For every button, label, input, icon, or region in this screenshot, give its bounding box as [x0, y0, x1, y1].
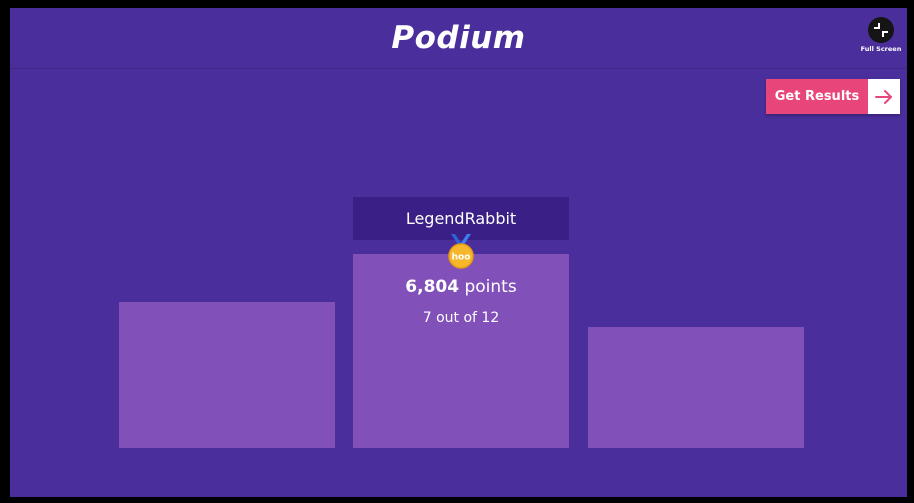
- get-results-button[interactable]: Get Results: [766, 79, 900, 114]
- points-value: 6,804: [405, 277, 460, 297]
- fullscreen-label: Full Screen: [860, 45, 902, 53]
- first-place-points: 6,804 points: [353, 277, 569, 297]
- page-title: Podium: [391, 20, 526, 56]
- podium-block-third: [588, 327, 804, 448]
- first-place-score: 7 out of 12: [422, 310, 500, 326]
- fullscreen-button[interactable]: Full Screen: [859, 17, 903, 53]
- podium-block-second: [119, 302, 335, 448]
- podium-screen: Podium Full Screen Get Results LegendRab…: [10, 8, 907, 497]
- arrow-right-icon[interactable]: [868, 79, 900, 114]
- get-results-label[interactable]: Get Results: [766, 79, 868, 114]
- points-unit: points: [464, 277, 517, 297]
- medal-icon: hoo: [447, 234, 475, 270]
- fullscreen-icon[interactable]: [868, 17, 894, 43]
- medal-text: hoo: [452, 253, 471, 263]
- header: Podium Full Screen: [10, 8, 907, 69]
